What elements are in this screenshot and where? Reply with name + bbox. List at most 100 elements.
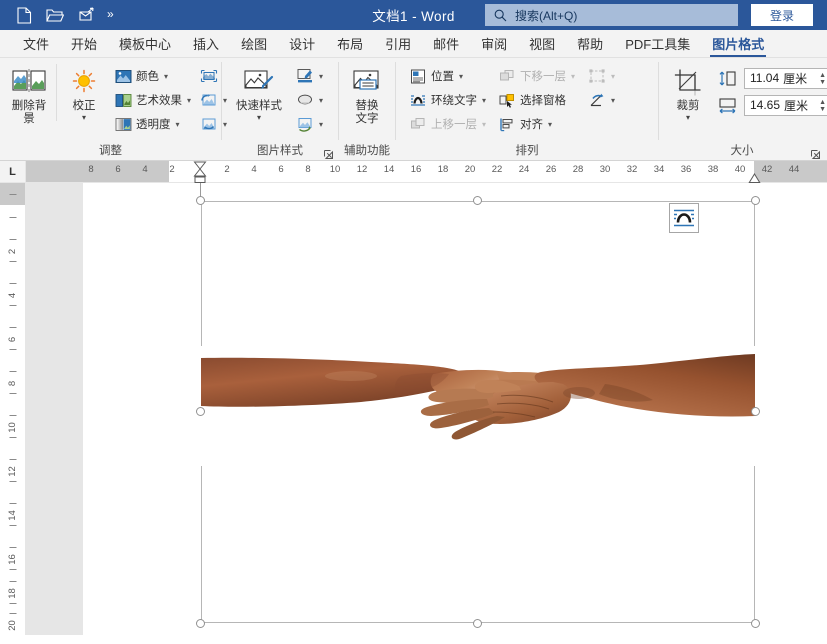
resize-handle-bottom-left[interactable]: [196, 619, 205, 628]
tab-home[interactable]: 开始: [60, 30, 108, 57]
tab-template-center[interactable]: 模板中心: [108, 30, 182, 57]
ruler-tick: 24: [519, 164, 530, 175]
layout-options-button[interactable]: [669, 203, 699, 233]
shape-height-input[interactable]: 11.04 厘米 ▲▼: [744, 68, 827, 89]
artistic-effects-icon: [114, 91, 132, 109]
chevron-down-icon: ▾: [482, 120, 486, 129]
search-input[interactable]: 搜索(Alt+Q): [485, 4, 738, 26]
tab-mailings[interactable]: 邮件: [422, 30, 470, 57]
chevron-down-icon[interactable]: ▾: [319, 72, 323, 81]
tab-picture-format[interactable]: 图片格式: [701, 30, 775, 57]
resize-handle-bottom-right[interactable]: [751, 619, 760, 628]
resize-handle-top-right[interactable]: [751, 196, 760, 205]
artistic-effects-button[interactable]: 艺术效果 ▾: [111, 88, 194, 112]
position-button[interactable]: 位置 ▾: [406, 64, 489, 88]
send-backward-button: 下移一层 ▾: [495, 64, 578, 88]
vruler-tick: 12: [7, 466, 18, 477]
color-button[interactable]: 颜色 ▾: [111, 64, 194, 88]
quick-access-more-button[interactable]: »: [107, 8, 114, 23]
chevron-down-icon[interactable]: ▾: [459, 72, 463, 81]
position-icon: [409, 67, 427, 85]
first-line-indent-marker[interactable]: [193, 161, 207, 183]
transparency-button[interactable]: 透明度 ▾: [111, 112, 194, 136]
left-gutter: [26, 183, 83, 635]
tab-design[interactable]: 设计: [278, 30, 326, 57]
chevron-down-icon[interactable]: ▾: [319, 120, 323, 129]
ruler-tick: 30: [600, 164, 611, 175]
remove-background-icon: [12, 65, 46, 99]
chevron-down-icon[interactable]: ▾: [82, 114, 86, 122]
tab-insert[interactable]: 插入: [182, 30, 230, 57]
resize-handle-middle-right[interactable]: [751, 407, 760, 416]
corrections-button[interactable]: 校正 ▾: [61, 62, 107, 122]
resize-handle-top-center[interactable]: [473, 196, 482, 205]
reaching-hands-illustration: [201, 346, 755, 466]
crop-button[interactable]: 裁剪 ▾: [665, 62, 711, 122]
chevron-down-icon[interactable]: ▾: [482, 96, 486, 105]
chevron-down-icon[interactable]: ▾: [319, 96, 323, 105]
ribbon-group-picture-styles: 快速样式 ▾ ▾ ▾: [222, 58, 338, 160]
horizontal-ruler-track[interactable]: 8 6 4 2 2 4 6 8 10 12 14 16 18 20 22 24 …: [26, 161, 827, 182]
shape-height-value: 11.04: [750, 71, 779, 85]
tab-review[interactable]: 审阅: [470, 30, 518, 57]
wrap-text-button[interactable]: 环绕文字 ▾: [406, 88, 489, 112]
email-icon[interactable]: [76, 5, 96, 25]
remove-background-button[interactable]: 删除背景: [6, 62, 52, 126]
shape-width-icon: [717, 96, 739, 114]
open-folder-icon[interactable]: [45, 5, 65, 25]
ruler-tick: 34: [654, 164, 665, 175]
vruler-tick: 20: [7, 620, 18, 631]
resize-handle-bottom-center[interactable]: [473, 619, 482, 628]
group-label-arrange: 排列: [396, 143, 658, 160]
bring-forward-label: 上移一层: [431, 116, 477, 132]
picture-effects-button[interactable]: ▾: [292, 88, 326, 112]
quick-styles-button[interactable]: 快速样式 ▾: [228, 62, 290, 122]
tab-layout[interactable]: 布局: [326, 30, 374, 57]
vruler-tick: 14: [7, 510, 18, 521]
chevron-down-icon[interactable]: ▾: [176, 120, 180, 129]
chevron-down-icon[interactable]: ▾: [686, 114, 690, 122]
chevron-down-icon[interactable]: ▾: [548, 120, 552, 129]
document-page[interactable]: [83, 183, 827, 635]
ribbon-group-arrange: 位置 ▾ 环绕文字 ▾ 上移一层 ▾: [396, 58, 658, 160]
tab-stop-selector[interactable]: L: [0, 161, 26, 182]
resize-handle-middle-left[interactable]: [196, 407, 205, 416]
tab-references[interactable]: 引用: [374, 30, 422, 57]
tab-pdf-tools[interactable]: PDF工具集: [614, 30, 701, 57]
new-document-icon[interactable]: [14, 5, 34, 25]
chevron-down-icon[interactable]: ▾: [257, 114, 261, 122]
selected-picture[interactable]: [201, 201, 755, 623]
shape-width-input[interactable]: 14.65 厘米 ▲▼: [744, 95, 827, 116]
sign-in-button[interactable]: 登录: [751, 4, 813, 26]
tab-view[interactable]: 视图: [518, 30, 566, 57]
shape-width-spinner[interactable]: ▲▼: [819, 97, 826, 116]
chevron-down-icon[interactable]: ▾: [164, 72, 168, 81]
chevron-down-icon[interactable]: ▾: [187, 96, 191, 105]
resize-handle-top-left[interactable]: [196, 196, 205, 205]
align-button[interactable]: 对齐 ▾: [495, 112, 578, 136]
picture-layout-button[interactable]: ▾: [292, 112, 326, 136]
shape-width-row: 14.65 厘米 ▲▼: [717, 93, 827, 117]
vruler-tick: 18: [7, 588, 18, 599]
divider: [56, 64, 57, 121]
vruler-tick: 2: [7, 249, 18, 254]
vertical-ruler[interactable]: 2 4 6 8 10 12 14 16 18 20: [0, 183, 26, 635]
horizontal-ruler[interactable]: L 8 6 4 2 2 4 6 8 10 12 14 16 18 20 22 2…: [0, 161, 827, 183]
chevron-down-icon[interactable]: ▾: [611, 96, 615, 105]
shape-height-spinner[interactable]: ▲▼: [819, 70, 826, 89]
change-picture-icon: [199, 91, 219, 109]
ribbon-group-adjust: 删除背景 校正 ▾: [0, 58, 221, 160]
vruler-tick: 6: [7, 337, 18, 342]
size-dialog-launcher[interactable]: [810, 147, 821, 158]
alt-text-button[interactable]: 替换 文字: [344, 62, 390, 126]
tab-help[interactable]: 帮助: [566, 30, 614, 57]
tab-file[interactable]: 文件: [12, 30, 60, 57]
picture-border-button[interactable]: ▾: [292, 64, 326, 88]
selection-pane-button[interactable]: 选择窗格: [495, 88, 578, 112]
tab-draw[interactable]: 绘图: [230, 30, 278, 57]
shape-height-icon: [717, 69, 739, 87]
picture-styles-dialog-launcher[interactable]: [323, 147, 334, 158]
picture-reaching-hands[interactable]: [201, 346, 755, 466]
quick-access-toolbar: »: [0, 5, 114, 25]
rotate-button[interactable]: ▾: [584, 88, 618, 112]
